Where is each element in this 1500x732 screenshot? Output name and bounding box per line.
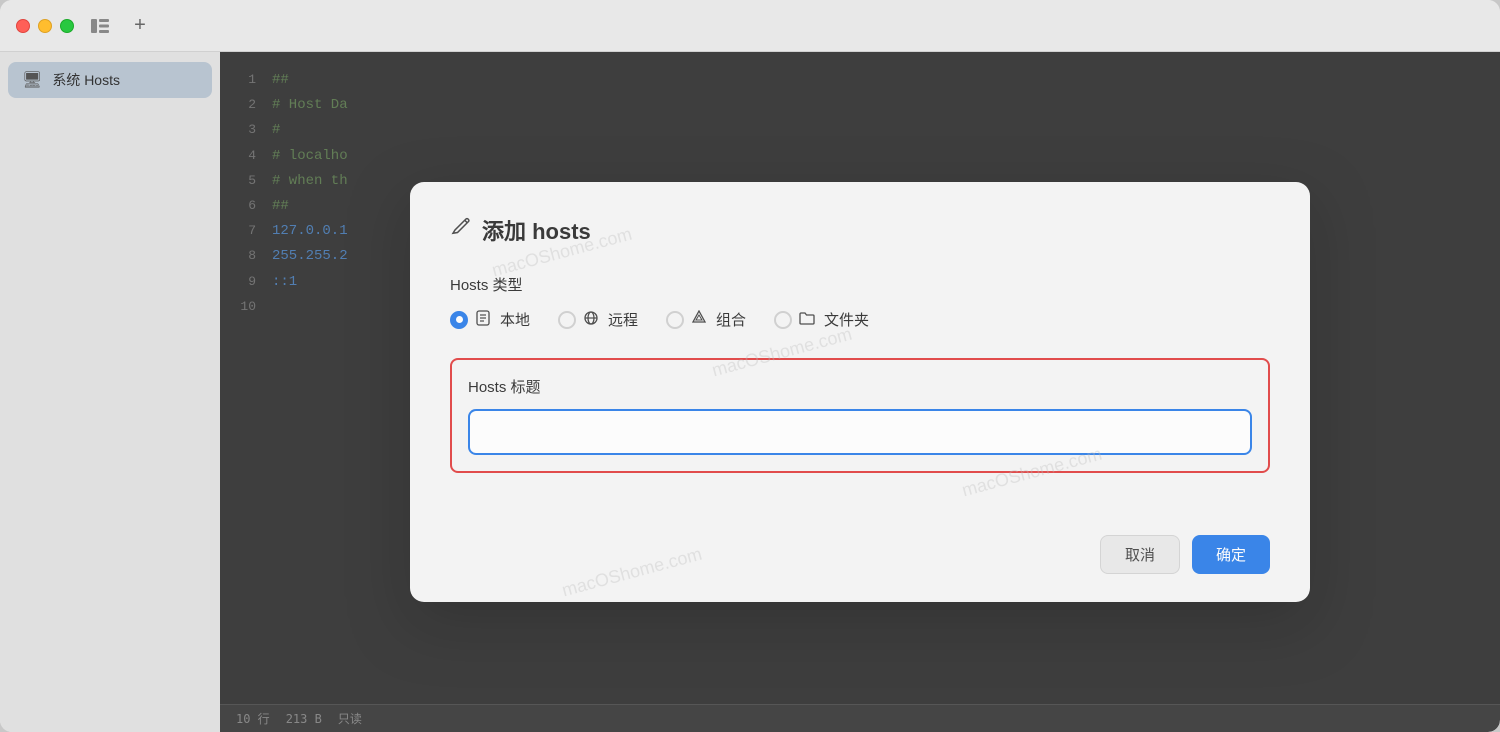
local-icon bbox=[475, 310, 491, 330]
add-tab-button[interactable]: + bbox=[126, 12, 154, 40]
radio-remote[interactable]: 远程 bbox=[558, 309, 638, 330]
radio-group-circle bbox=[666, 311, 684, 329]
hosts-title-section: Hosts 标题 bbox=[450, 358, 1270, 473]
main-content: 🖥 系统 Hosts 1 ## 2 # Host Da 3 # bbox=[0, 52, 1500, 732]
sidebar-item-system-hosts[interactable]: 🖥 系统 Hosts bbox=[8, 62, 212, 98]
folder-icon bbox=[799, 310, 815, 330]
radio-folder[interactable]: 文件夹 bbox=[774, 309, 869, 330]
radio-remote-label: 远程 bbox=[608, 309, 638, 330]
modal-footer: 取消 确定 bbox=[450, 519, 1270, 574]
modal-overlay: macOShome.com macOShome.com macOShome.co… bbox=[220, 52, 1500, 732]
title-bar: + bbox=[0, 0, 1500, 52]
radio-local-label: 本地 bbox=[500, 309, 530, 330]
radio-folder-label: 文件夹 bbox=[824, 309, 869, 330]
radio-local[interactable]: 本地 bbox=[450, 309, 530, 330]
plus-icon: + bbox=[134, 14, 146, 37]
radio-local-circle bbox=[450, 311, 468, 329]
traffic-lights bbox=[16, 19, 74, 33]
sidebar: 🖥 系统 Hosts bbox=[0, 52, 220, 732]
app-window: + 🖥 系统 Hosts 1 ## 2 # Host Da bbox=[0, 0, 1500, 732]
minimize-button[interactable] bbox=[38, 19, 52, 33]
modal-title-text: 添加 hosts bbox=[482, 214, 591, 246]
maximize-button[interactable] bbox=[60, 19, 74, 33]
modal-dialog: macOShome.com macOShome.com macOShome.co… bbox=[410, 182, 1310, 602]
hosts-title-label: Hosts 标题 bbox=[468, 376, 1252, 397]
modal-title: 添加 hosts bbox=[450, 214, 1270, 246]
sidebar-toggle-button[interactable] bbox=[86, 12, 114, 40]
remote-icon bbox=[583, 310, 599, 330]
hosts-type-radio-group: 本地 远程 bbox=[450, 309, 1270, 330]
hosts-title-input[interactable] bbox=[468, 409, 1252, 455]
radio-remote-circle bbox=[558, 311, 576, 329]
radio-group[interactable]: 组合 bbox=[666, 309, 746, 330]
edit-icon bbox=[450, 216, 472, 244]
monitor-icon: 🖥 bbox=[22, 70, 42, 90]
close-button[interactable] bbox=[16, 19, 30, 33]
group-icon bbox=[691, 310, 707, 330]
cancel-button[interactable]: 取消 bbox=[1100, 535, 1180, 574]
hosts-type-label: Hosts 类型 bbox=[450, 274, 1270, 295]
radio-folder-circle bbox=[774, 311, 792, 329]
radio-group-label: 组合 bbox=[716, 309, 746, 330]
confirm-button[interactable]: 确定 bbox=[1192, 535, 1270, 574]
editor-area: 1 ## 2 # Host Da 3 # 4 # localho 5 # w bbox=[220, 52, 1500, 732]
sidebar-item-label: 系统 Hosts bbox=[52, 70, 120, 90]
